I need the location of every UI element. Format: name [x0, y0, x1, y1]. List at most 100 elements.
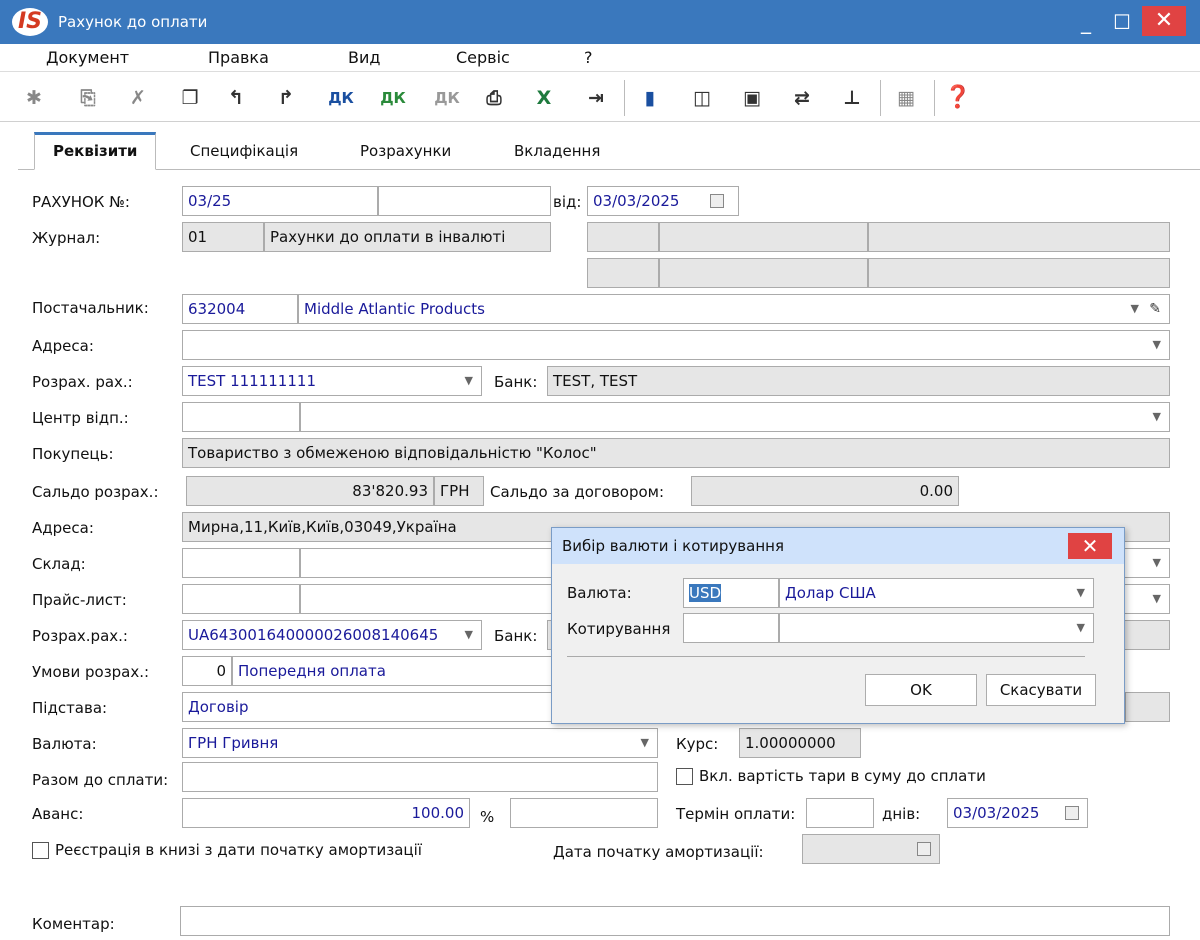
- account-value: TEST 111111111: [188, 372, 316, 390]
- rate-field: 1.00000000: [739, 728, 861, 758]
- warehouse-code-field[interactable]: [182, 548, 300, 578]
- warehouse-label: Склад:: [32, 555, 86, 573]
- center-name-field[interactable]: ▼: [300, 402, 1170, 432]
- menu-help[interactable]: ?: [584, 48, 593, 67]
- print-icon[interactable]: ⎙: [480, 84, 508, 112]
- due-days-field[interactable]: [806, 798, 874, 828]
- maximize-icon[interactable]: ☐: [1100, 0, 1144, 44]
- chevron-down-icon[interactable]: ▼: [1131, 295, 1139, 323]
- due-date-field[interactable]: 03/03/2025: [947, 798, 1088, 828]
- dialog-close-icon[interactable]: ✕: [1068, 533, 1112, 559]
- basis-extra-field: [1125, 692, 1170, 722]
- chevron-down-icon[interactable]: ▼: [1077, 614, 1085, 642]
- supplier-name-field[interactable]: Middle Atlantic Products ▼ ✎: [298, 294, 1170, 324]
- dk-green-icon[interactable]: ДК: [376, 84, 410, 112]
- registration-label: Реєстрація в книзі з дати початку аморти…: [55, 841, 422, 859]
- dk-icon[interactable]: ДК: [324, 84, 358, 112]
- saldo-currency-field: ГРН: [434, 476, 484, 506]
- terms-code-field[interactable]: 0: [182, 656, 232, 686]
- calendar-icon[interactable]: [1065, 806, 1079, 820]
- rate-label: Курс:: [676, 735, 719, 753]
- currency-field[interactable]: ГРН Гривня ▼: [182, 728, 658, 758]
- chevron-down-icon[interactable]: ▼: [1153, 549, 1161, 577]
- account2-field[interactable]: UA643001640000026008140645 ▼: [182, 620, 482, 650]
- duplicate-icon[interactable]: ❐: [176, 84, 204, 112]
- tab-bar: Реквізити Специфікація Розрахунки Вкладе…: [18, 132, 1200, 170]
- export-icon[interactable]: ⇥: [582, 84, 610, 112]
- due-date-value: 03/03/2025: [953, 804, 1040, 822]
- invoice-number-field[interactable]: 03/25: [182, 186, 378, 216]
- calendar-icon[interactable]: [710, 194, 724, 208]
- chevron-down-icon[interactable]: ▼: [460, 621, 473, 649]
- pricelist-code-field[interactable]: [182, 584, 300, 614]
- address-field[interactable]: ▼: [182, 330, 1170, 360]
- basis-field[interactable]: Договір: [182, 692, 552, 722]
- dialog-quote-code-field[interactable]: [683, 613, 779, 643]
- chevron-down-icon[interactable]: ▼: [1153, 403, 1161, 431]
- tab-settlements[interactable]: Розрахунки: [360, 132, 451, 170]
- currency-value: ГРН Гривня: [188, 734, 279, 752]
- chevron-down-icon[interactable]: ▼: [1077, 579, 1085, 607]
- tree-icon[interactable]: ⊥: [838, 84, 866, 112]
- rotate-left-icon[interactable]: ↰: [222, 84, 250, 112]
- rotate-right-icon[interactable]: ↱: [272, 84, 300, 112]
- dialog-currency-label: Валюта:: [567, 584, 632, 602]
- dialog-title: Вибір валюти і котирування: [562, 537, 784, 555]
- menu-document[interactable]: Документ: [46, 48, 129, 67]
- dk-gray-icon[interactable]: ДК: [430, 84, 464, 112]
- chevron-down-icon[interactable]: ▼: [641, 729, 649, 757]
- menu-service[interactable]: Сервіс: [456, 48, 510, 67]
- advance-field[interactable]: 100.00: [182, 798, 470, 828]
- address2-label: Адреса:: [32, 519, 94, 537]
- chevron-down-icon[interactable]: ▼: [1153, 331, 1161, 359]
- comment-field[interactable]: [180, 906, 1170, 936]
- open-folder-icon[interactable]: ▣: [738, 84, 766, 112]
- dialog-currency-name-value: Долар США: [785, 584, 876, 602]
- dialog-currency-code-field[interactable]: USD: [683, 578, 779, 608]
- center-label: Центр відп.:: [32, 409, 129, 427]
- terms-label: Умови розрах.:: [32, 663, 150, 681]
- link-icon[interactable]: ⇄: [788, 84, 816, 112]
- journal-extra-4: [587, 258, 659, 288]
- terms-name-field[interactable]: Попередня оплата: [232, 656, 552, 686]
- dialog-quote-name-field[interactable]: ▼: [779, 613, 1094, 643]
- close-icon[interactable]: ✕: [1142, 6, 1186, 36]
- grid-icon[interactable]: ▦: [892, 84, 920, 112]
- help-icon[interactable]: ❓: [944, 84, 972, 112]
- copy-doc-icon[interactable]: ⎘: [74, 84, 102, 112]
- percent-field[interactable]: [510, 798, 658, 828]
- total-field[interactable]: [182, 762, 658, 792]
- menu-view[interactable]: Вид: [348, 48, 380, 67]
- saldo-contract-field: 0.00: [691, 476, 959, 506]
- book-icon[interactable]: ◫: [688, 84, 716, 112]
- tab-requisites[interactable]: Реквізити: [34, 132, 157, 170]
- center-code-field[interactable]: [182, 402, 300, 432]
- toolbar-separator: [880, 80, 881, 116]
- pencil-icon[interactable]: ✎: [1149, 295, 1161, 323]
- tare-label: Вкл. вартість тари в суму до сплати: [699, 767, 986, 785]
- invoice-number-suffix-field[interactable]: [378, 186, 551, 216]
- tare-checkbox[interactable]: [676, 768, 693, 785]
- delete-doc-icon[interactable]: ✗: [124, 84, 152, 112]
- ok-button[interactable]: OK: [865, 674, 977, 706]
- window-title: Рахунок до оплати: [58, 13, 208, 31]
- dialog-currency-name-field[interactable]: Долар США ▼: [779, 578, 1094, 608]
- date-field[interactable]: 03/03/2025: [587, 186, 739, 216]
- date-label: від:: [553, 193, 582, 211]
- journal-name-field: Рахунки до оплати в інвалюті: [264, 222, 551, 252]
- menu-edit[interactable]: Правка: [208, 48, 269, 67]
- new-doc-icon[interactable]: ✱: [20, 84, 48, 112]
- cancel-button[interactable]: Скасувати: [986, 674, 1096, 706]
- tab-attachments[interactable]: Вкладення: [514, 132, 600, 170]
- registration-checkbox[interactable]: [32, 842, 49, 859]
- supplier-code-field[interactable]: 632004: [182, 294, 298, 324]
- account-field[interactable]: TEST 111111111 ▼: [182, 366, 482, 396]
- amort-label: Дата початку амортизації:: [553, 843, 764, 861]
- chevron-down-icon[interactable]: ▼: [465, 367, 473, 395]
- toolbar: ✱ ⎘ ✗ ❐ ↰ ↱ ДК ДК ДК ⎙ X ⇥ ▮ ◫ ▣ ⇄ ⊥ ▦ ❓: [0, 72, 1200, 122]
- chevron-down-icon[interactable]: ▼: [1153, 585, 1161, 613]
- save-icon[interactable]: ▮: [636, 84, 664, 112]
- dialog-quote-label: Котирування: [567, 620, 671, 638]
- tab-specification[interactable]: Специфікація: [190, 132, 298, 170]
- excel-icon[interactable]: X: [530, 84, 558, 112]
